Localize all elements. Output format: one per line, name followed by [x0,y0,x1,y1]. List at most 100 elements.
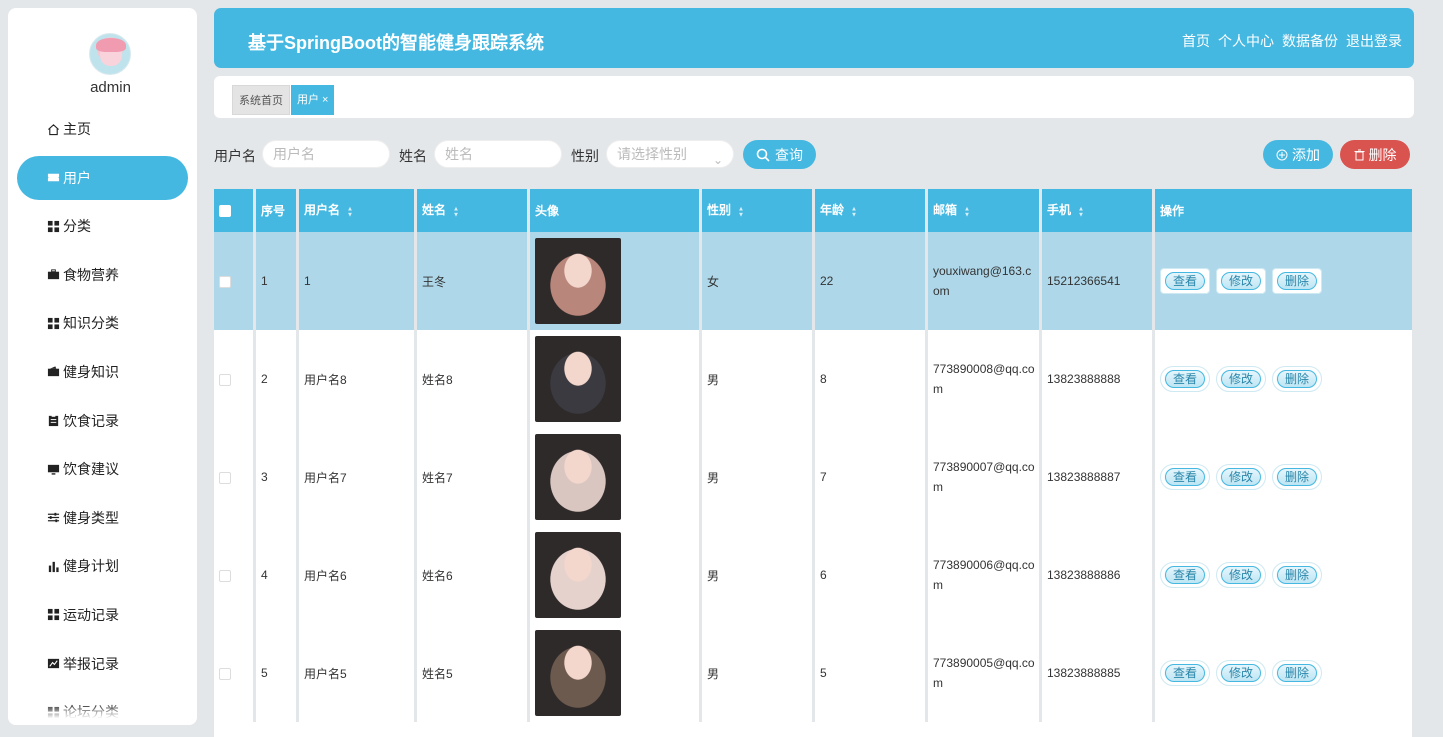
cell-name: 姓名6 [417,526,530,624]
view-button[interactable]: 查看 [1160,562,1210,588]
column-header-label: 序号 [261,204,286,218]
row-checkbox[interactable] [219,569,231,582]
row-checkbox[interactable] [219,471,231,484]
avatar[interactable] [89,33,131,75]
gender-select[interactable]: 请选择性别 ⌄ [606,140,734,168]
sidebar-item-0[interactable]: 主页 [8,107,197,151]
cell-age-text: 5 [820,666,827,680]
view-button[interactable]: 查看 [1160,268,1210,294]
cell-photo [530,232,702,330]
tab-system-home[interactable]: 系统首页 [232,85,290,115]
column-header-label: 邮箱 [933,203,958,218]
nav-backup[interactable]: 数据备份 [1282,31,1338,51]
row-checkbox[interactable] [219,275,231,288]
table-row[interactable]: 2 用户名8 姓名8 男 8 773890008@qq.com 13823888888 查看修… [214,330,1412,428]
plus-circle-icon [1276,149,1288,160]
sidebar-item-11[interactable]: 举报记录 [8,642,197,686]
sidebar-item-3[interactable]: 食物营养 [8,253,197,297]
table-row[interactable]: 1 1 王冬 女 22 youxiwang@163.com 15212366541 查看 修改删… [214,232,1412,330]
row-checkbox[interactable] [219,373,231,386]
edit-button[interactable]: 修改 [1216,268,1266,294]
query-button[interactable]: 查询 [743,140,816,169]
column-header[interactable]: 邮箱 ▲▼ [928,189,1042,232]
sort-icon[interactable]: ▲▼ [964,205,971,218]
avatar-image[interactable] [535,630,621,716]
view-button-label: 查看 [1165,664,1205,682]
edit-button[interactable]: 修改 [1216,464,1266,490]
gender-select-placeholder: 请选择性别 [617,146,687,162]
column-header[interactable]: 性别 ▲▼ [702,189,815,232]
delete-button[interactable]: 删除 [1272,562,1322,588]
nav-home[interactable]: 首页 [1182,31,1210,51]
sidebar-item-label: 分类 [63,218,91,235]
cell-username-text: 1 [304,274,311,288]
column-header[interactable]: 手机 ▲▼ [1042,189,1155,232]
edit-button-label: 修改 [1221,566,1261,584]
cell-phone: 13823888887 [1042,428,1155,526]
select-all-checkbox[interactable] [219,205,231,218]
edit-button-label: 修改 [1221,272,1261,290]
sidebar-item-label: 健身知识 [63,363,119,380]
view-button[interactable]: 查看 [1160,366,1210,392]
column-header[interactable]: 年龄 ▲▼ [815,189,928,232]
sidebar-item-10[interactable]: 运动记录 [8,593,197,637]
cell-username-text: 用户名6 [304,568,347,583]
cell-email-text: 773890008@qq.com [933,362,1035,396]
edit-button-label: 修改 [1221,468,1261,486]
cell-age-text: 6 [820,568,827,582]
sidebar-item-label: 饮食记录 [63,412,119,429]
delete-button[interactable]: 删除 [1272,268,1322,294]
sidebar-item-6[interactable]: 饮食记录 [8,399,197,443]
cell-username-text: 用户名5 [304,666,347,681]
username-input[interactable]: 用户名 [262,140,390,168]
column-header-label: 性别 [707,203,732,218]
cell-age-text: 7 [820,470,827,484]
edit-button[interactable]: 修改 [1216,562,1266,588]
avatar-image[interactable] [535,434,621,520]
add-button[interactable]: 添加 [1263,140,1333,169]
sidebar-item-7[interactable]: 饮食建议 [8,447,197,491]
sidebar-item-5[interactable]: 健身知识 [8,350,197,394]
sort-icon[interactable]: ▲▼ [851,205,858,218]
cell-photo [530,526,702,624]
nav-profile[interactable]: 个人中心 [1218,31,1274,51]
nav-logout[interactable]: 退出登录 [1346,31,1402,51]
edit-button[interactable]: 修改 [1216,366,1266,392]
avatar-image[interactable] [535,238,621,324]
batch-delete-button[interactable]: 删除 [1340,140,1410,169]
cell-phone-text: 15212366541 [1047,274,1121,288]
avatar-image[interactable] [535,336,621,422]
delete-button[interactable]: 删除 [1272,366,1322,392]
table-row[interactable]: 4 用户名6 姓名6 男 6 773890006@qq.com 13823888886 查看修… [214,526,1412,624]
view-button[interactable]: 查看 [1160,464,1210,490]
cell-phone-text: 13823888888 [1047,372,1121,386]
sidebar-item-9[interactable]: 健身计划 [8,544,197,588]
cell-email-text: 773890006@qq.com [933,558,1035,592]
sidebar-item-2[interactable]: 分类 [8,204,197,248]
table-header: 序号 用户名 ▲▼ 姓名 ▲▼ 头像 性别 ▲▼ 年龄 ▲▼ 邮箱 ▲▼ 手机 ▲▼ 操作 [214,189,1412,232]
edit-button[interactable]: 修改 [1216,660,1266,686]
avatar-image[interactable] [535,532,621,618]
table-row[interactable]: 3 用户名7 姓名7 男 7 773890007@qq.com 13823888887 查看修… [214,428,1412,526]
delete-button[interactable]: 删除 [1272,660,1322,686]
cell-phone: 13823888888 [1042,330,1155,428]
sort-icon[interactable]: ▲▼ [1078,205,1085,218]
name-input[interactable]: 姓名 [434,140,562,168]
column-header[interactable]: 用户名 ▲▼ [299,189,417,232]
sort-icon[interactable]: ▲▼ [453,205,460,218]
table-row[interactable]: 5 用户名5 姓名5 男 5 773890005@qq.com 13823888885 查看修… [214,624,1412,722]
tab-users[interactable]: 用户 × [291,85,335,115]
cell-gender-text: 男 [707,470,720,485]
row-checkbox[interactable] [219,667,231,680]
sort-icon[interactable]: ▲▼ [347,205,354,218]
sidebar-item-8[interactable]: 健身类型 [8,496,197,540]
cell-email: 773890008@qq.com [928,330,1042,428]
sort-icon[interactable]: ▲▼ [738,205,745,218]
column-header[interactable]: 姓名 ▲▼ [417,189,530,232]
column-header-label: 头像 [535,204,560,218]
delete-button[interactable]: 删除 [1272,464,1322,490]
sidebar-item-1[interactable]: 用户 [17,155,188,200]
view-button[interactable]: 查看 [1160,660,1210,686]
sidebar-item-4[interactable]: 知识分类 [8,301,197,345]
app-header: 基于SpringBoot的智能健身跟踪系统 首页 个人中心 数据备份 退出登录 [214,8,1414,68]
